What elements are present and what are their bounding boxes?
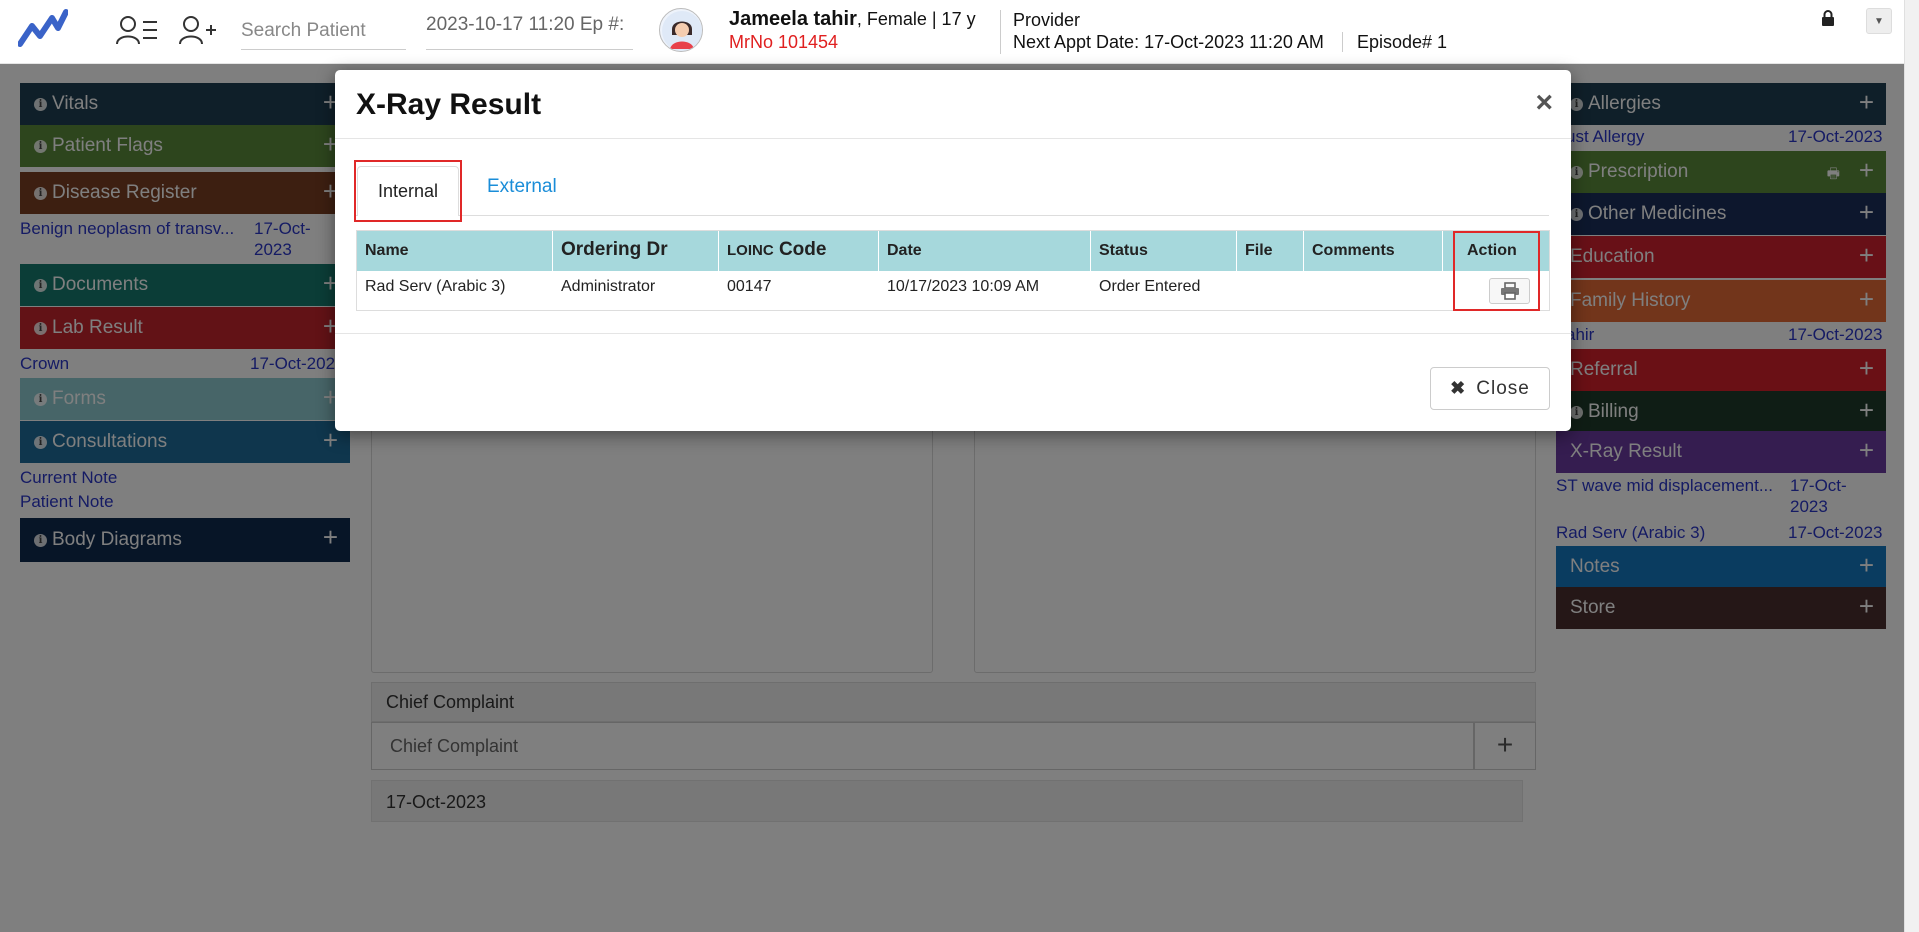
col-comments: Comments [1304, 231, 1443, 271]
page-scrollbar[interactable] [1904, 0, 1919, 932]
close-button-label: Close [1476, 377, 1530, 399]
print-icon [1500, 282, 1519, 300]
close-button[interactable]: ✖ Close [1430, 367, 1550, 410]
close-icon: ✖ [1450, 378, 1467, 398]
tab-internal[interactable]: Internal [354, 160, 462, 222]
chevron-down-icon[interactable]: ▼ [1866, 8, 1892, 34]
app-logo[interactable] [17, 8, 69, 53]
tab-internal-label: Internal [356, 166, 460, 216]
add-patient-icon[interactable] [175, 10, 221, 50]
cell-status: Order Entered [1099, 278, 1201, 295]
patient-name: Jameela tahir, Female | 17 y [729, 8, 976, 30]
cell-name: Rad Serv (Arabic 3) [365, 278, 506, 295]
cell-loinc: 00147 [727, 278, 772, 295]
print-button[interactable] [1489, 278, 1530, 304]
col-name: Name [357, 231, 553, 271]
col-status: Status [1091, 231, 1237, 271]
episode-number: Episode# 1 [1357, 32, 1448, 52]
close-icon[interactable]: × [1535, 88, 1553, 118]
col-ordering-dr: Ordering Dr [553, 231, 719, 271]
xray-result-modal: X-Ray Result × Internal External Name Or… [335, 70, 1571, 431]
cell-date: 10/17/2023 10:09 AM [887, 278, 1040, 295]
patient-mrno: MrNo 101454 [729, 32, 839, 52]
next-appointment: Next Appt Date: 17-Oct-2023 11:20 AM [1013, 32, 1324, 52]
encounter-datetime[interactable]: 2023-10-17 11:20 Ep #: [426, 12, 633, 50]
modal-title: X-Ray Result [356, 88, 542, 121]
col-date: Date [879, 231, 1091, 271]
divider [335, 138, 1571, 139]
patient-avatar [659, 8, 703, 52]
col-file: File [1237, 231, 1304, 271]
provider-label: Provider [1013, 10, 1081, 30]
search-patient-input[interactable] [241, 12, 406, 50]
top-header: 2023-10-17 11:20 Ep #: Jameela tahir, Fe… [0, 0, 1919, 64]
divider [1000, 10, 1001, 54]
divider [335, 333, 1571, 334]
cell-ordering-dr: Administrator [561, 278, 656, 295]
tab-divider [355, 215, 1549, 216]
patient-list-icon[interactable] [114, 10, 160, 50]
tab-external[interactable]: External [487, 176, 557, 198]
divider [1342, 32, 1343, 52]
lock-icon[interactable] [1821, 10, 1839, 28]
col-loinc-code: LOINC Code [719, 231, 879, 271]
